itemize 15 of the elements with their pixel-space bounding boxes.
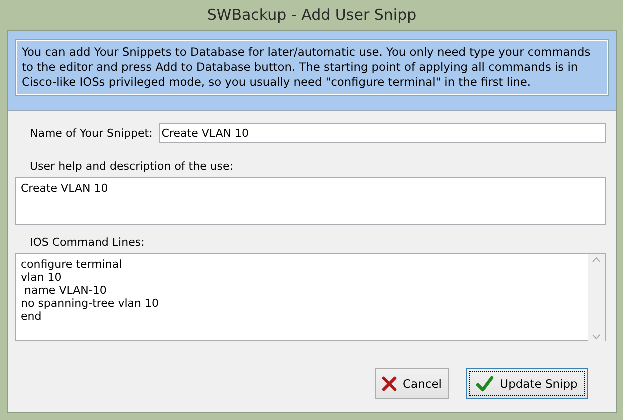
- field-label: User help and description of the use:: [30, 160, 234, 173]
- scroll-down-icon[interactable]: [592, 334, 601, 340]
- scroll-up-icon[interactable]: [592, 257, 601, 263]
- field-label: IOS Command Lines:: [30, 236, 145, 249]
- name-input-field[interactable]: Create VLAN 10: [158, 123, 606, 143]
- cancel-button[interactable]: Cancel: [375, 368, 449, 399]
- window-title: SWBackup - Add User Snipp: [206, 5, 418, 26]
- field-label: Name of Your Snippet:: [30, 126, 153, 140]
- scrollbar[interactable]: [588, 254, 605, 343]
- cross-icon: [382, 376, 398, 392]
- checkmark-icon: [476, 376, 494, 392]
- update-button[interactable]: Update Snipp: [466, 368, 588, 399]
- description-text-area[interactable]: Create VLAN 10: [15, 177, 606, 225]
- commands-text-area[interactable]: configure terminal vlan 10 name VLAN-10 no spanning-tree vlan 10 end: [15, 253, 606, 341]
- info-text: You can add Your Snippets to Database for later/automatic use. You only need type your commands to the editor and press Add to Database button. The starting point of applying all commands is in Cisco-like IOSs privileged mode, so you usually need "configure terminal" in the first line.: [16, 40, 608, 95]
